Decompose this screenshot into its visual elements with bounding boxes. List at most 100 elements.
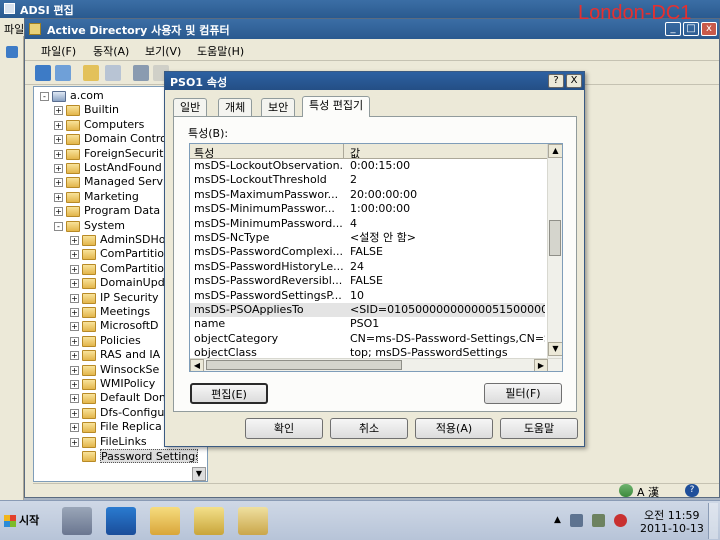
- attribute-value: FALSE: [350, 245, 383, 259]
- scroll-down-icon[interactable]: ▼: [548, 342, 562, 356]
- attribute-row[interactable]: msDS-MinimumPasswor... 1:00:00:00: [190, 202, 545, 216]
- apply-button[interactable]: 적용(A): [415, 418, 493, 439]
- folder-icon: [82, 292, 96, 304]
- dropdown-arrow-icon[interactable]: ▼: [192, 467, 206, 481]
- flag-icon[interactable]: [570, 514, 583, 527]
- attribute-row[interactable]: msDS-LockoutThreshold 2: [190, 173, 545, 187]
- tree-expander[interactable]: +: [70, 365, 79, 375]
- scroll-up-icon[interactable]: ▲: [548, 144, 562, 158]
- tree-expander[interactable]: +: [70, 279, 79, 289]
- tree-expander[interactable]: -: [40, 92, 49, 101]
- attribute-row[interactable]: msDS-PasswordComplexi... FALSE: [190, 245, 545, 259]
- attribute-row[interactable]: msDS-MinimumPassword... 4: [190, 217, 545, 231]
- server-manager-icon[interactable]: [62, 507, 92, 535]
- clock-date[interactable]: 2011-10-13: [640, 522, 704, 535]
- attribute-row[interactable]: msDS-PasswordReversibl... FALSE: [190, 274, 545, 288]
- tree-expander[interactable]: +: [54, 178, 63, 188]
- horizontal-scrollbar[interactable]: ◀ ▶: [190, 358, 562, 371]
- show-desktop-button[interactable]: [708, 503, 718, 539]
- forward-icon[interactable]: [55, 65, 71, 81]
- close-icon[interactable]: x: [701, 22, 717, 36]
- tree-expander[interactable]: +: [54, 149, 63, 159]
- menu-view[interactable]: 보기(V): [145, 43, 181, 59]
- tree-expander[interactable]: +: [70, 236, 79, 245]
- attribute-row[interactable]: name PSO1: [190, 317, 545, 331]
- tree-expander[interactable]: +: [54, 135, 63, 145]
- tree-expander[interactable]: +: [54, 164, 63, 173]
- column-divider[interactable]: [343, 144, 344, 159]
- attribute-value: <SID=0105000000000005150000000dd4e1b: [350, 303, 545, 316]
- scroll-thumb[interactable]: [549, 220, 561, 256]
- attribute-name: msDS-NcType: [194, 231, 270, 244]
- folder-icon: [66, 220, 80, 232]
- help-button[interactable]: 도움말: [500, 418, 578, 439]
- menu-file[interactable]: 파일(F): [41, 43, 76, 59]
- language-icon[interactable]: [619, 484, 633, 497]
- volume-icon[interactable]: [614, 514, 627, 527]
- folder-icon: [66, 191, 80, 203]
- back-icon[interactable]: [35, 65, 51, 81]
- show-tree-icon[interactable]: [105, 65, 121, 81]
- tree-expander[interactable]: +: [54, 207, 63, 217]
- tree-expander[interactable]: +: [70, 351, 79, 361]
- scroll-left-icon[interactable]: ◀: [190, 359, 204, 371]
- back-arrow-icon[interactable]: [6, 46, 18, 58]
- vertical-scrollbar[interactable]: ▲ ▼: [547, 144, 562, 358]
- scroll-right-icon[interactable]: ▶: [534, 359, 548, 371]
- aduc-taskbar-icon[interactable]: [194, 507, 224, 535]
- tree-expander[interactable]: +: [70, 380, 79, 389]
- folder-icon: [82, 451, 96, 462]
- tree-expander[interactable]: +: [70, 408, 79, 418]
- tree-expander[interactable]: +: [70, 322, 79, 332]
- clock-time[interactable]: 오전 11:59: [644, 507, 699, 523]
- powershell-icon[interactable]: [106, 507, 136, 535]
- cut-icon[interactable]: [133, 65, 149, 81]
- menu-action[interactable]: 동작(A): [93, 43, 129, 59]
- menu-help[interactable]: 도움말(H): [197, 43, 244, 59]
- tab-object[interactable]: 개체: [218, 98, 253, 117]
- tree-expander[interactable]: +: [70, 394, 79, 404]
- attribute-row[interactable]: msDS-PSOAppliesTo <SID=010500000000000515…: [190, 303, 545, 318]
- edit-button[interactable]: 편집(E): [190, 383, 268, 404]
- hscroll-thumb[interactable]: [206, 360, 402, 370]
- cancel-button[interactable]: 취소: [330, 418, 408, 439]
- tree-expander[interactable]: +: [70, 336, 79, 346]
- tree-expander[interactable]: +: [54, 106, 63, 116]
- attribute-row[interactable]: msDS-PasswordSettingsP... 10: [190, 289, 545, 303]
- tree-expander[interactable]: +: [54, 192, 63, 202]
- tree-expander[interactable]: +: [54, 120, 63, 130]
- attribute-row[interactable]: msDS-MaximumPasswor... 20:00:00:00: [190, 188, 545, 202]
- tree-node[interactable]: Password Settings: [100, 449, 198, 463]
- tree-expander[interactable]: +: [70, 264, 79, 274]
- attribute-row[interactable]: msDS-NcType <설정 안 함>: [190, 231, 545, 245]
- explorer-icon[interactable]: [150, 507, 180, 535]
- tray-expand-icon[interactable]: ▲: [554, 515, 561, 525]
- adsi-taskbar-icon[interactable]: [238, 507, 268, 535]
- tree-expander[interactable]: +: [70, 437, 79, 447]
- ime-indicator[interactable]: A 漢: [637, 484, 659, 500]
- tab-general[interactable]: 일반: [173, 98, 208, 117]
- adsi-menu-file[interactable]: 파일: [4, 21, 24, 37]
- start-button[interactable]: 시작: [2, 509, 44, 533]
- tree-expander[interactable]: +: [70, 250, 79, 260]
- tree-expander[interactable]: +: [70, 308, 79, 317]
- attribute-row[interactable]: msDS-PasswordHistoryLe... 24: [190, 260, 545, 274]
- windows-logo-icon: [4, 515, 16, 527]
- help-icon[interactable]: ?: [685, 484, 699, 497]
- tab-attribute-editor[interactable]: 특성 편집기: [302, 96, 371, 117]
- attribute-row[interactable]: objectCategory CN=ms-DS-Password-Settings…: [190, 332, 545, 346]
- network-icon[interactable]: [592, 514, 605, 527]
- attributes-list[interactable]: 특성 값 msDS-LockoutObservation... 0:00:15:0…: [189, 143, 563, 372]
- attribute-value: 10: [350, 288, 364, 302]
- attribute-row[interactable]: msDS-LockoutObservation... 0:00:15:00: [190, 159, 545, 173]
- tab-security[interactable]: 보안: [261, 98, 296, 117]
- up-folder-icon[interactable]: [83, 65, 99, 81]
- dialog-close-button[interactable]: X: [566, 74, 582, 88]
- tree-expander[interactable]: +: [70, 423, 79, 433]
- tree-expander[interactable]: +: [70, 293, 79, 303]
- dialog-help-button[interactable]: ?: [548, 74, 564, 88]
- filter-button[interactable]: 필터(F): [484, 383, 562, 404]
- ok-button[interactable]: 확인: [245, 418, 323, 439]
- attribute-name: msDS-PSOAppliesTo: [194, 303, 304, 316]
- tree-expander[interactable]: -: [54, 221, 63, 231]
